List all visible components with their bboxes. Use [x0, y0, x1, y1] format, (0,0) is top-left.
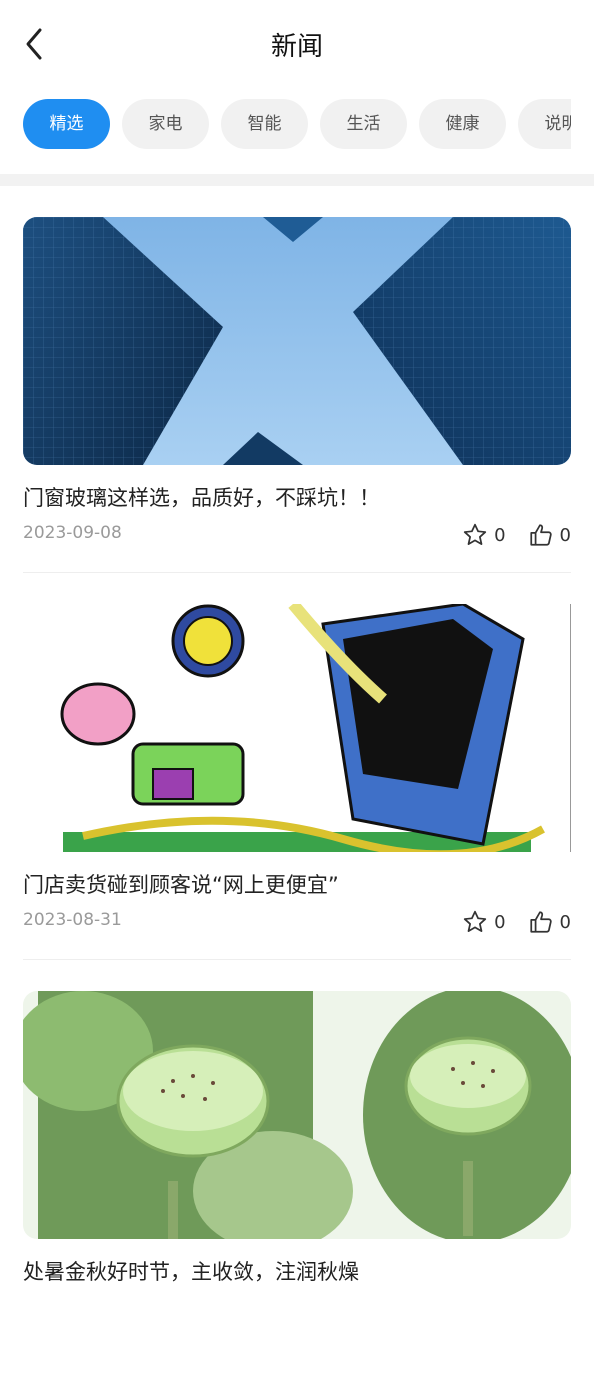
news-card[interactable]: 门窗玻璃这样选，品质好，不踩坑！！ 2023-09-08 0 0: [23, 217, 571, 573]
tab-health[interactable]: 健康: [419, 99, 506, 149]
news-title[interactable]: 门窗玻璃这样选，品质好，不踩坑！！: [23, 485, 571, 511]
news-card[interactable]: 门店卖货碰到顾客说“网上更便宜” 2023-08-31 0 0: [23, 604, 571, 960]
category-tabs: 精选 家电 智能 生活 健康 说明: [23, 99, 571, 149]
news-actions: 0 0: [440, 908, 571, 936]
tab-featured[interactable]: 精选: [23, 99, 110, 149]
like-button[interactable]: 0: [528, 522, 571, 548]
like-button[interactable]: 0: [528, 909, 571, 935]
news-meta: 2023-09-08 0 0: [23, 521, 571, 549]
news-meta: 2023-08-31 0 0: [23, 908, 571, 936]
thumbs-up-icon: [529, 524, 552, 546]
news-date: 2023-09-08: [23, 523, 122, 543]
tab-life[interactable]: 生活: [320, 99, 407, 149]
page-title: 新闻: [270, 32, 323, 62]
favorite-count: 0: [494, 524, 506, 546]
favorite-count: 0: [494, 911, 506, 933]
like-count: 0: [559, 911, 571, 933]
news-date: 2023-08-31: [23, 910, 122, 930]
tab-appliances[interactable]: 家电: [122, 99, 209, 149]
favorite-button[interactable]: 0: [462, 522, 506, 548]
news-feed: 门窗玻璃这样选，品质好，不踩坑！！ 2023-09-08 0 0 门店卖货碰到顾…: [23, 217, 571, 1377]
thumbs-up-icon: [529, 911, 552, 933]
favorite-button[interactable]: 0: [462, 909, 506, 935]
news-actions: 0 0: [440, 521, 571, 549]
news-thumbnail[interactable]: [23, 217, 571, 465]
news-title[interactable]: 处暑金秋好时节，主收敛，注润秋燥: [23, 1259, 571, 1285]
news-thumbnail[interactable]: [23, 991, 571, 1239]
star-icon: [463, 910, 487, 932]
star-icon: [463, 523, 487, 545]
like-count: 0: [559, 524, 571, 546]
app-header: 新闻: [0, 0, 594, 88]
news-title[interactable]: 门店卖货碰到顾客说“网上更便宜”: [23, 872, 571, 898]
tab-smart[interactable]: 智能: [221, 99, 308, 149]
tab-instructions[interactable]: 说明: [518, 99, 571, 149]
news-card[interactable]: 处暑金秋好时节，主收敛，注润秋燥: [23, 991, 571, 1346]
news-thumbnail[interactable]: [23, 604, 571, 852]
section-divider: [0, 174, 594, 186]
